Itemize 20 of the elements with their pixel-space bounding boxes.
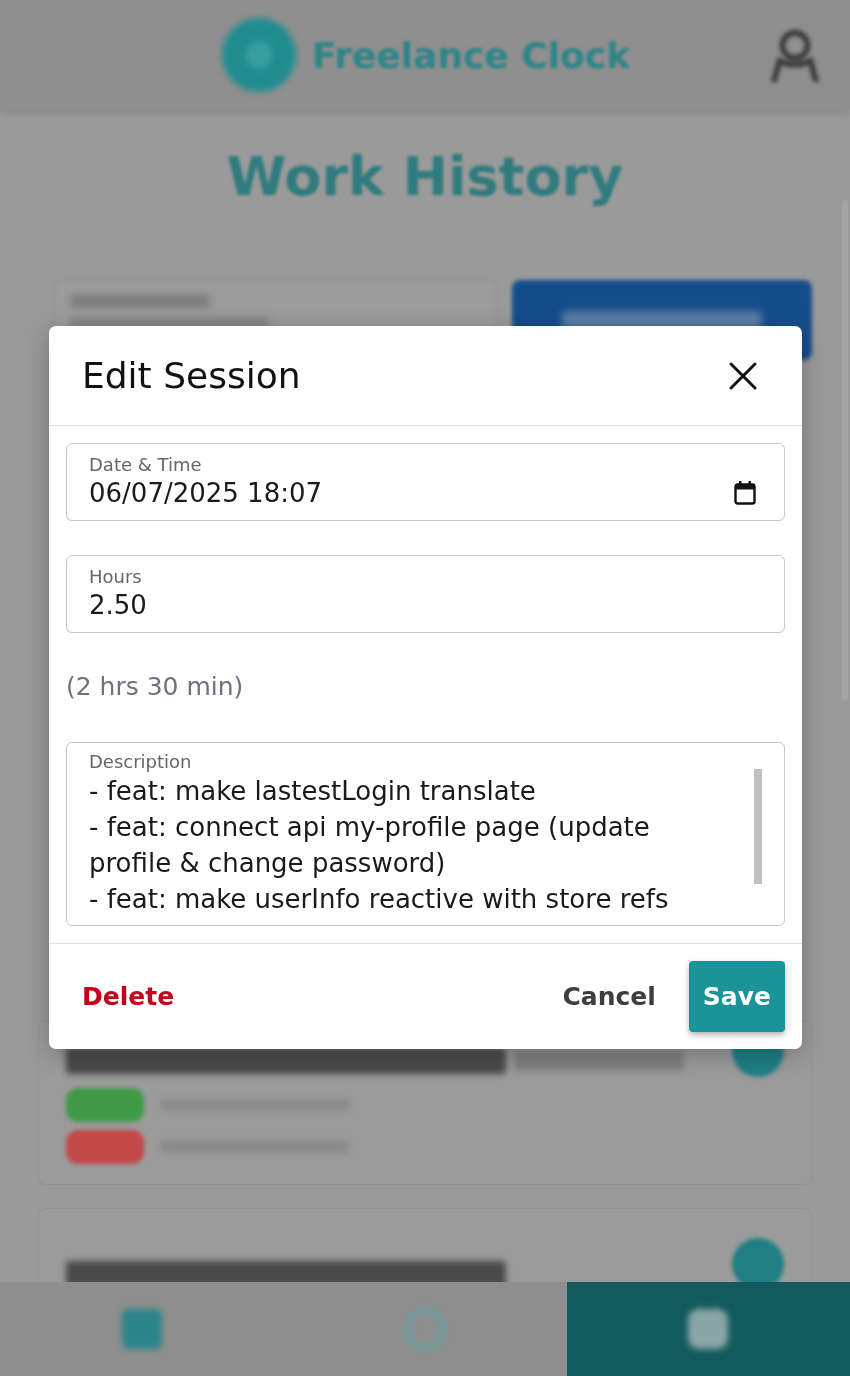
field-label: Description: [89, 751, 193, 773]
page-title: Work History: [225, 144, 625, 210]
scrollbar-thumb[interactable]: [754, 769, 762, 884]
delete-button[interactable]: Delete: [66, 968, 191, 1025]
calendar-icon[interactable]: [734, 481, 756, 505]
date-time-field[interactable]: Date & Time 06/07/2025 18:07: [66, 443, 785, 521]
hours-field[interactable]: Hours 2.50: [66, 555, 785, 633]
app-title: Freelance Clock: [311, 34, 631, 76]
logo-icon: [219, 16, 298, 94]
dialog-title: Edit Session: [82, 355, 301, 396]
save-button[interactable]: Save: [688, 961, 785, 1032]
duration-text: (2 hrs 30 min): [66, 671, 245, 703]
close-icon: [729, 361, 757, 390]
nav-tab[interactable]: [566, 1282, 850, 1376]
square-icon: [119, 1307, 164, 1351]
field-label: Hours: [89, 566, 143, 588]
field-label: Date & Time: [89, 454, 203, 476]
square-icon: [686, 1307, 731, 1351]
description-field[interactable]: Description - feat: make lastestLogin translate - feat: connect api my-profile page (update profile & change password) - feat: make userInfo reactive with store refs: [66, 742, 785, 926]
cancel-button[interactable]: Cancel: [546, 968, 672, 1025]
